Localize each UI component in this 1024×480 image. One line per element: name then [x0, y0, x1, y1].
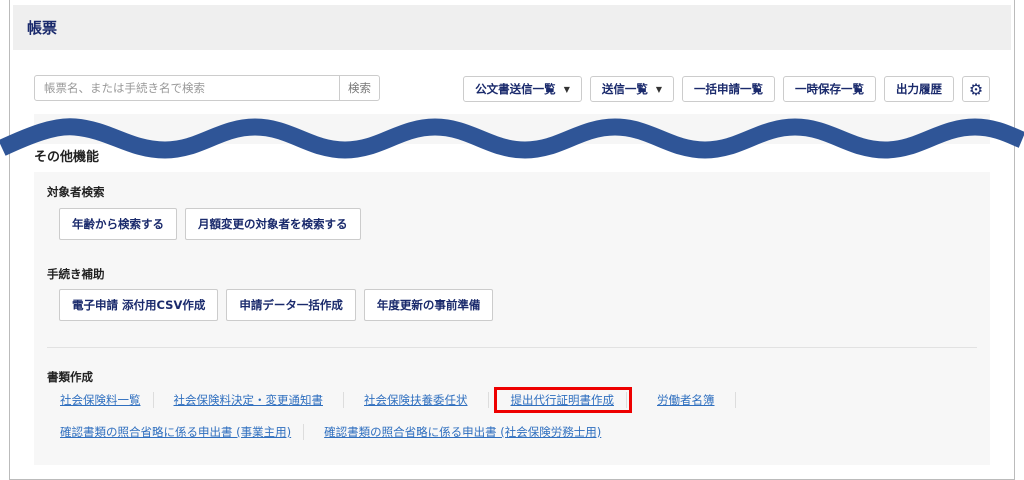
annual-update-prep-button[interactable]: 年度更新の事前準備 [363, 289, 494, 321]
page-header: 帳票 [13, 5, 1011, 50]
section-title: その他機能 [34, 150, 100, 165]
label: 送信一覧 [601, 82, 648, 96]
toolbar: 公文書送信一覧 ▼ 送信一覧 ▼ 一括申請一覧 一時保存一覧 出力履歴 ⚙ [463, 76, 990, 102]
divider [47, 347, 977, 348]
search-box: 検索 [34, 75, 380, 101]
group-label: 対象者検索 [47, 185, 105, 199]
bulk-application-data-button[interactable]: 申請データ一括作成 [226, 289, 356, 321]
doc-link[interactable]: 社会保険扶養委任状 [344, 392, 489, 408]
doc-link[interactable]: 確認書類の照合省略に係る申出書 (事業主用) [48, 424, 305, 440]
group-label: 手続き補助 [47, 267, 105, 281]
search-button[interactable]: 検索 [339, 76, 379, 100]
other-functions-panel: 対象者検索 年齢から検索する 月額変更の対象者を検索する 手続き補助 電子申請 … [34, 172, 990, 465]
caret-down-icon: ▼ [563, 84, 570, 94]
doc-link[interactable]: 社会保険料一覧 [48, 392, 154, 408]
group-label: 書類作成 [47, 370, 93, 384]
temp-save-list-button[interactable]: 一時保存一覧 [783, 76, 876, 102]
gear-icon: ⚙ [968, 79, 984, 99]
doc-link[interactable]: 社会保険料決定・変更通知書 [154, 392, 344, 408]
caret-down-icon: ▼ [655, 84, 662, 94]
search-input[interactable] [35, 76, 339, 100]
wave-separator-icon [0, 118, 1024, 159]
search-by-age-button[interactable]: 年齢から検索する [59, 208, 177, 240]
official-doc-list-dropdown[interactable]: 公文書送信一覧 ▼ [463, 76, 582, 102]
output-history-button[interactable]: 出力履歴 [884, 76, 954, 102]
doc-link[interactable]: 確認書類の照合省略に係る申出書 (社会保険労務士用) [304, 424, 621, 440]
bulk-apply-list-button[interactable]: 一括申請一覧 [682, 76, 775, 102]
send-list-dropdown[interactable]: 送信一覧 ▼ [589, 76, 674, 102]
label: 公文書送信一覧 [475, 82, 556, 96]
settings-button[interactable]: ⚙ [962, 76, 990, 102]
csv-attachment-button[interactable]: 電子申請 添付用CSV作成 [59, 289, 219, 321]
doc-link-highlighted[interactable]: 提出代行証明書作成 [493, 387, 632, 413]
page-title: 帳票 [27, 19, 58, 37]
search-monthly-change-button[interactable]: 月額変更の対象者を検索する [185, 208, 361, 240]
doc-link[interactable]: 労働者名簿 [637, 392, 736, 408]
